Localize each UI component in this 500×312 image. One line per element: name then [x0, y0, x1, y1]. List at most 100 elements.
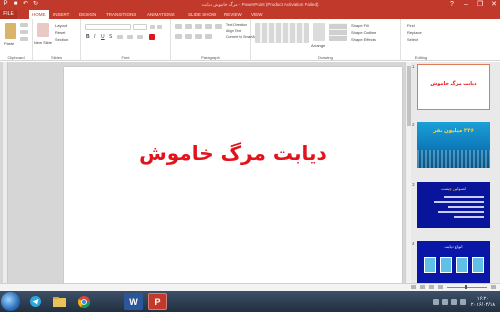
tab-file[interactable]: FILE — [0, 10, 17, 19]
tab-design[interactable]: DESIGN — [79, 10, 96, 19]
decrease-indent-icon[interactable] — [195, 24, 202, 29]
drawing-group-label: Drawing — [318, 55, 333, 60]
chrome-icon[interactable] — [74, 293, 93, 310]
char-spacing-icon[interactable] — [127, 35, 133, 39]
tab-insert[interactable]: INSERT — [53, 10, 69, 19]
underline-icon[interactable]: U — [101, 34, 105, 40]
line-spacing-icon[interactable] — [215, 24, 222, 29]
language-icon[interactable] — [460, 298, 466, 305]
volume-icon[interactable] — [451, 298, 457, 305]
bullets-icon[interactable] — [175, 24, 182, 29]
thumbnail-text: دیابت مرگ خاموش — [430, 81, 477, 87]
word-icon[interactable]: W — [124, 293, 143, 310]
powerpoint-icon[interactable]: P — [148, 293, 167, 310]
text-line — [448, 206, 484, 208]
start-button[interactable] — [1, 292, 20, 311]
thumbnail-image — [440, 257, 452, 273]
slide-canvas[interactable]: دیابت مرگ خاموش — [64, 67, 402, 288]
status-bar — [0, 283, 500, 291]
text-line — [444, 196, 484, 198]
explorer-icon[interactable] — [50, 293, 69, 310]
tab-home[interactable]: HOME — [29, 10, 49, 19]
slide-title[interactable]: دیابت مرگ خاموش — [64, 141, 402, 165]
section-button[interactable]: Section — [55, 37, 68, 42]
thumbnail-preview[interactable]: انواع دیابت — [417, 241, 490, 287]
window-title: مرگ خاموش دیابت - PowerPoint (Product Ac… — [201, 2, 319, 7]
thumbnail-1[interactable]: 1 دیابت مرگ خاموش — [412, 64, 490, 110]
change-case-icon[interactable] — [137, 35, 143, 39]
font-family-dropdown[interactable] — [85, 24, 131, 30]
new-slide-label[interactable]: New Slide — [34, 40, 52, 45]
bold-icon[interactable]: B — [86, 34, 90, 40]
align-center-icon[interactable] — [185, 34, 192, 39]
tray-arrow-icon[interactable] — [433, 298, 439, 305]
tab-transitions[interactable]: TRANSITIONS — [106, 10, 136, 19]
slideshow-icon[interactable] — [438, 285, 443, 289]
layout-button[interactable]: Layout — [55, 23, 67, 28]
decrease-font-icon[interactable] — [157, 25, 162, 29]
zoom-slider[interactable] — [447, 285, 487, 289]
italic-icon[interactable]: I — [94, 34, 95, 40]
normal-view-icon[interactable] — [411, 285, 416, 289]
thumbnail-image — [456, 257, 468, 273]
powerpoint-window: P ■ ↶ ↻ مرگ خاموش دیابت - PowerPoint (Pr… — [0, 0, 500, 312]
clock-date: ۲۰۱۶/۰۴/۱۸ — [470, 301, 496, 308]
thumbnail-3[interactable]: 3 انسولین چیست — [412, 182, 490, 228]
save-icon[interactable]: ■ — [12, 1, 19, 8]
network-icon[interactable] — [442, 298, 448, 305]
editing-group: Find Replace Select Editing — [401, 19, 500, 61]
fit-slide-icon[interactable] — [491, 285, 496, 289]
increase-font-icon[interactable] — [150, 25, 155, 29]
shape-outline-button[interactable]: Shape Outline — [351, 30, 376, 35]
thumbnail-preview[interactable]: ۳۴۶ میلیون نفر — [417, 122, 490, 168]
text-line — [434, 201, 484, 203]
telegram-icon[interactable] — [26, 293, 45, 310]
arrange-label[interactable]: Arrange — [311, 43, 325, 48]
numbering-icon[interactable] — [185, 24, 192, 29]
thumbnail-2[interactable]: 2 ۳۴۶ میلیون نفر — [412, 122, 490, 168]
thumbnail-4[interactable]: 4 انواع دیابت — [412, 241, 490, 287]
find-button[interactable]: Find — [407, 23, 415, 28]
redo-icon[interactable]: ↻ — [32, 1, 39, 8]
replace-button[interactable]: Replace — [407, 30, 422, 35]
font-group-label: Font — [121, 55, 130, 60]
cut-icon[interactable] — [20, 23, 28, 27]
format-painter-icon[interactable] — [20, 37, 28, 41]
align-left-icon[interactable] — [175, 34, 182, 39]
paste-icon[interactable] — [5, 23, 16, 39]
arrange-icon[interactable] — [313, 23, 325, 41]
select-button[interactable]: Select — [407, 37, 418, 42]
slide-sorter-icon[interactable] — [420, 285, 425, 289]
strikethrough-icon[interactable] — [117, 35, 123, 39]
minimize-button[interactable]: – — [462, 1, 470, 9]
ribbon-tabs: FILE HOME INSERT DESIGN TRANSITIONS ANIM… — [0, 10, 500, 19]
tab-animations[interactable]: ANIMATIONS — [147, 10, 175, 19]
tab-slide-show[interactable]: SLIDE SHOW — [188, 10, 216, 19]
font-size-dropdown[interactable] — [133, 24, 147, 30]
undo-icon[interactable]: ↶ — [22, 1, 29, 8]
quick-styles-gallery[interactable] — [329, 23, 347, 41]
reset-button[interactable]: Reset — [55, 30, 65, 35]
text-direction-button[interactable]: Text Direction — [226, 23, 247, 27]
clock[interactable]: ۱۶:۲۰ ۲۰۱۶/۰۴/۱۸ — [469, 296, 497, 308]
help-icon[interactable]: ? — [448, 1, 456, 9]
align-text-button[interactable]: Align Text — [226, 29, 241, 33]
copy-icon[interactable] — [20, 30, 28, 34]
increase-indent-icon[interactable] — [205, 24, 212, 29]
new-slide-icon[interactable] — [37, 23, 49, 37]
paste-label[interactable]: Paste — [4, 41, 14, 46]
restore-button[interactable]: ❐ — [476, 1, 484, 9]
shape-effects-button[interactable]: Shape Effects — [351, 37, 376, 42]
tab-review[interactable]: REVIEW — [224, 10, 242, 19]
shape-fill-button[interactable]: Shape Fill — [351, 23, 369, 28]
justify-icon[interactable] — [205, 34, 212, 39]
reading-view-icon[interactable] — [429, 285, 434, 289]
font-color-icon[interactable] — [149, 34, 155, 40]
thumbnail-preview[interactable]: انسولین چیست — [417, 182, 490, 228]
align-right-icon[interactable] — [195, 34, 202, 39]
shadow-icon[interactable]: S — [109, 34, 112, 40]
thumbnail-preview[interactable]: دیابت مرگ خاموش — [417, 64, 490, 110]
tab-view[interactable]: VIEW — [251, 10, 263, 19]
close-button[interactable]: ✕ — [490, 1, 498, 9]
shapes-gallery[interactable] — [255, 23, 309, 43]
